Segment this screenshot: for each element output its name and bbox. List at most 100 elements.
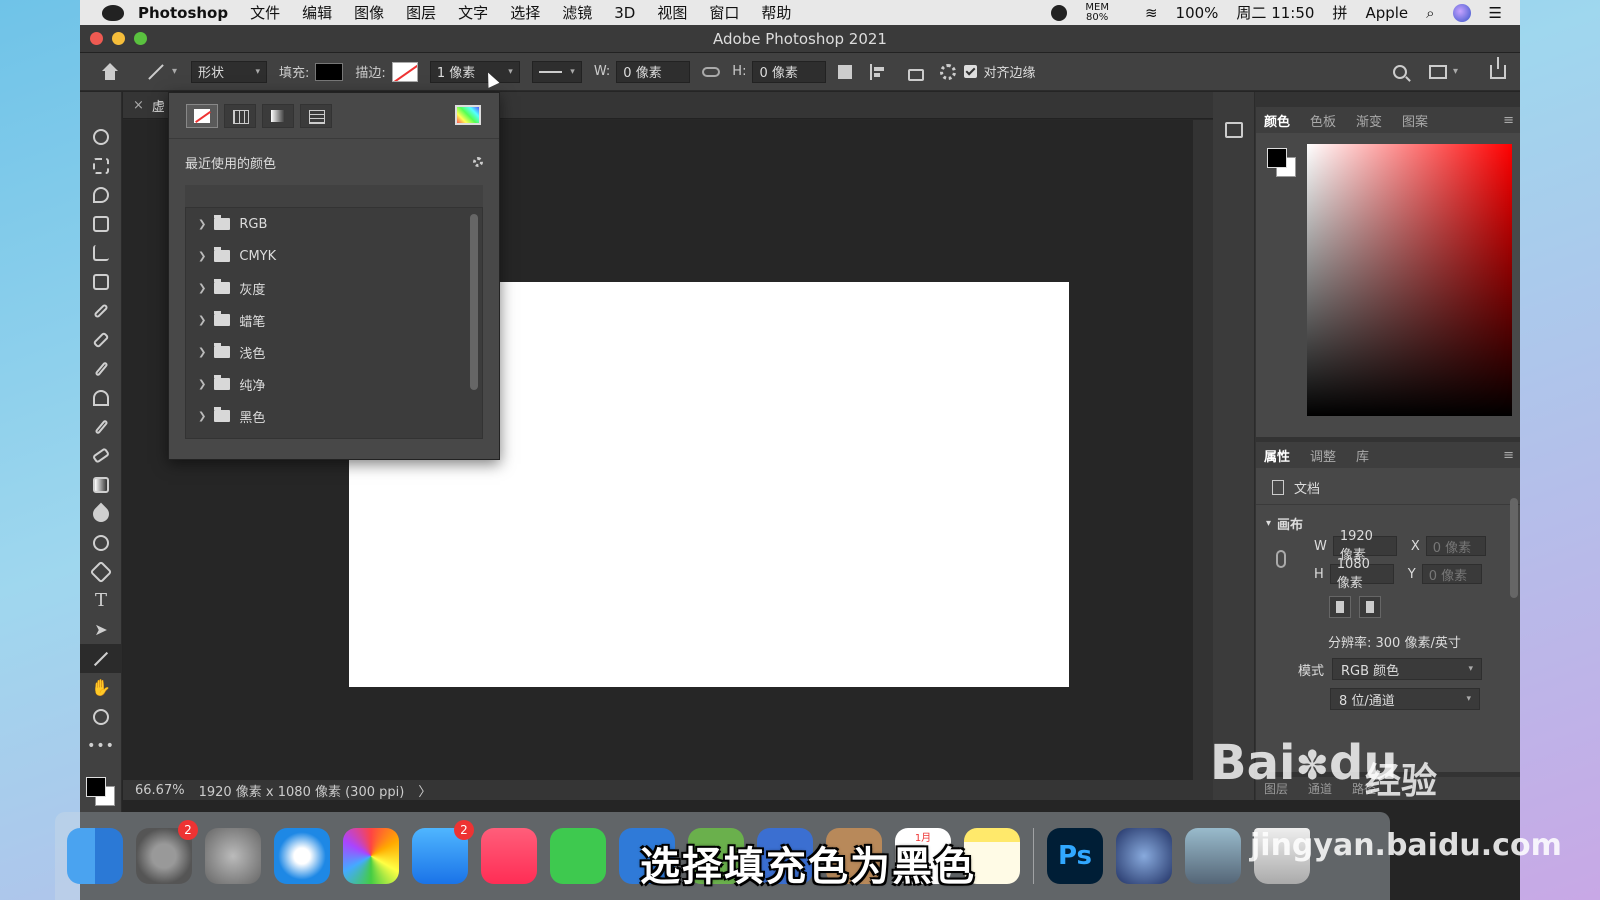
healing-brush-tool[interactable] <box>80 325 122 354</box>
canvas-x-input[interactable]: 0 像素 <box>1425 536 1486 556</box>
crop-tool[interactable] <box>80 238 122 267</box>
tab-color[interactable]: 颜色 <box>1264 111 1290 130</box>
record-icon[interactable] <box>1051 4 1068 21</box>
lasso-tool[interactable] <box>80 180 122 209</box>
folder-pastel[interactable]: ❯ 蜡笔 <box>186 304 482 336</box>
tab-gradients[interactable]: 渐变 <box>1356 111 1382 130</box>
stroke-color-swatch[interactable] <box>391 61 418 82</box>
music-app-icon[interactable] <box>481 828 537 884</box>
gradient-tool[interactable] <box>80 470 122 499</box>
tab-patterns[interactable]: 图案 <box>1402 111 1428 130</box>
folder-cmyk[interactable]: ❯ CMYK <box>186 240 482 272</box>
marquee-tool[interactable] <box>80 151 122 180</box>
menu-select[interactable]: 选择 <box>510 2 540 23</box>
path-alignment-icon[interactable] <box>870 63 886 80</box>
tab-swatches[interactable]: 色板 <box>1310 111 1336 130</box>
solid-color-button[interactable] <box>224 103 256 128</box>
width-input[interactable]: 0 像素 <box>616 60 691 83</box>
photos-app-icon[interactable] <box>343 828 399 884</box>
bit-depth-select[interactable]: 8 位/通道 ▾ <box>1330 688 1480 710</box>
gear-icon[interactable] <box>940 63 957 80</box>
menu-layer[interactable]: 图层 <box>406 2 436 23</box>
path-arrangement-icon[interactable] <box>904 63 925 81</box>
stroke-type-select[interactable]: ▾ <box>531 60 582 83</box>
menu-view[interactable]: 视图 <box>657 2 687 23</box>
path-select-tool[interactable]: ➤ <box>80 615 122 644</box>
foreground-color-swatch[interactable] <box>1267 148 1287 168</box>
finder-app-icon[interactable] <box>67 828 123 884</box>
menu-window[interactable]: 窗口 <box>709 2 739 23</box>
object-select-tool[interactable] <box>80 209 122 238</box>
frame-tool[interactable] <box>80 267 122 296</box>
menu-filter[interactable]: 滤镜 <box>562 2 592 23</box>
document-info-arrow[interactable]: 〉 <box>418 781 431 800</box>
menu-app-name[interactable]: Photoshop <box>138 4 228 22</box>
input-method-icon[interactable]: 拼 <box>1332 2 1347 23</box>
tab-adjustments[interactable]: 调整 <box>1310 446 1336 465</box>
app-store-app-icon[interactable]: 2 <box>412 820 474 884</box>
menu-file[interactable]: 文件 <box>250 2 280 23</box>
share-icon[interactable] <box>1490 56 1506 79</box>
minimize-window-button[interactable] <box>112 32 125 45</box>
notification-center-icon[interactable]: ☰ <box>1489 4 1502 22</box>
close-tab-icon[interactable]: × <box>133 98 144 113</box>
folder-light[interactable]: ❯ 浅色 <box>186 336 482 368</box>
eraser-tool[interactable] <box>80 441 122 470</box>
chain-link[interactable] <box>1276 550 1286 568</box>
eyedropper-tool[interactable] <box>80 296 122 325</box>
zoom-tool[interactable] <box>80 702 122 731</box>
no-color-button[interactable] <box>186 103 218 128</box>
gear-icon[interactable] <box>473 157 483 167</box>
vertical-scrollbar[interactable] <box>1193 120 1213 780</box>
spotlight-search-icon[interactable]: ⌕ <box>1426 4 1434 22</box>
menu-help[interactable]: 帮助 <box>761 2 791 23</box>
fill-color-swatch[interactable] <box>315 62 344 81</box>
panel-menu-icon[interactable]: ≡ <box>1503 113 1514 128</box>
line-tool[interactable] <box>80 644 122 673</box>
photoshop-app-icon[interactable]: Ps <box>1047 828 1103 884</box>
wifi-icon[interactable]: ≋ <box>1145 4 1158 22</box>
tool-mode-select[interactable]: 形状 ▾ <box>191 60 268 83</box>
canvas-height-input[interactable]: 1080 像素 <box>1329 557 1394 591</box>
memory-indicator[interactable]: MEM 80% <box>1085 2 1127 23</box>
more-tools[interactable]: ••• <box>80 731 122 760</box>
folder-rgb[interactable]: ❯ RGB <box>186 208 482 240</box>
clock[interactable]: 周二 11:50 <box>1236 2 1314 23</box>
tab-properties[interactable]: 属性 <box>1264 446 1290 465</box>
hand-tool[interactable]: ✋ <box>80 673 122 702</box>
recent-colors-strip[interactable] <box>185 185 483 207</box>
gradient-button[interactable] <box>262 103 294 128</box>
portrait-orientation-icon[interactable] <box>1329 596 1351 618</box>
messages-app-icon[interactable] <box>550 828 606 884</box>
safari-app-icon[interactable] <box>274 828 330 884</box>
workspace-icon[interactable] <box>1428 64 1447 79</box>
close-window-button[interactable] <box>90 32 103 45</box>
quicktime-app-icon[interactable] <box>1116 828 1172 884</box>
pattern-button[interactable] <box>300 103 332 128</box>
history-panel-icon[interactable] <box>1225 122 1243 138</box>
link-dimensions-icon[interactable] <box>702 66 721 77</box>
menu-3d[interactable]: 3D <box>614 4 635 22</box>
zoom-level[interactable]: 66.67% <box>135 783 185 798</box>
menu-type[interactable]: 文字 <box>458 2 488 23</box>
type-tool[interactable]: T <box>80 586 122 615</box>
list-scrollbar[interactable] <box>470 214 478 390</box>
saturation-brightness-field[interactable] <box>1307 144 1512 416</box>
canvas-section-header[interactable]: ▾ 画布 <box>1266 514 1303 533</box>
menu-image[interactable]: 图像 <box>354 2 384 23</box>
color-mode-select[interactable]: RGB 颜色 ▾ <box>1332 658 1483 680</box>
foreground-color-chip[interactable] <box>86 777 106 797</box>
chevron-down-icon[interactable]: ▾ <box>172 66 177 77</box>
folder-grayscale[interactable]: ❯ 灰度 <box>186 272 482 304</box>
history-brush-tool[interactable] <box>80 412 122 441</box>
color-picker-icon[interactable] <box>455 105 481 125</box>
search-icon[interactable] <box>1392 64 1407 79</box>
panel-menu-icon[interactable]: ≡ <box>1503 448 1514 463</box>
canvas-width-input[interactable]: 1920 像素 <box>1332 529 1397 563</box>
pen-tool[interactable] <box>80 557 122 586</box>
landscape-orientation-icon[interactable] <box>1359 596 1381 618</box>
dodge-tool[interactable] <box>80 528 122 557</box>
brush-tool[interactable] <box>80 354 122 383</box>
blur-tool[interactable] <box>80 499 122 528</box>
move-tool[interactable] <box>80 122 122 151</box>
